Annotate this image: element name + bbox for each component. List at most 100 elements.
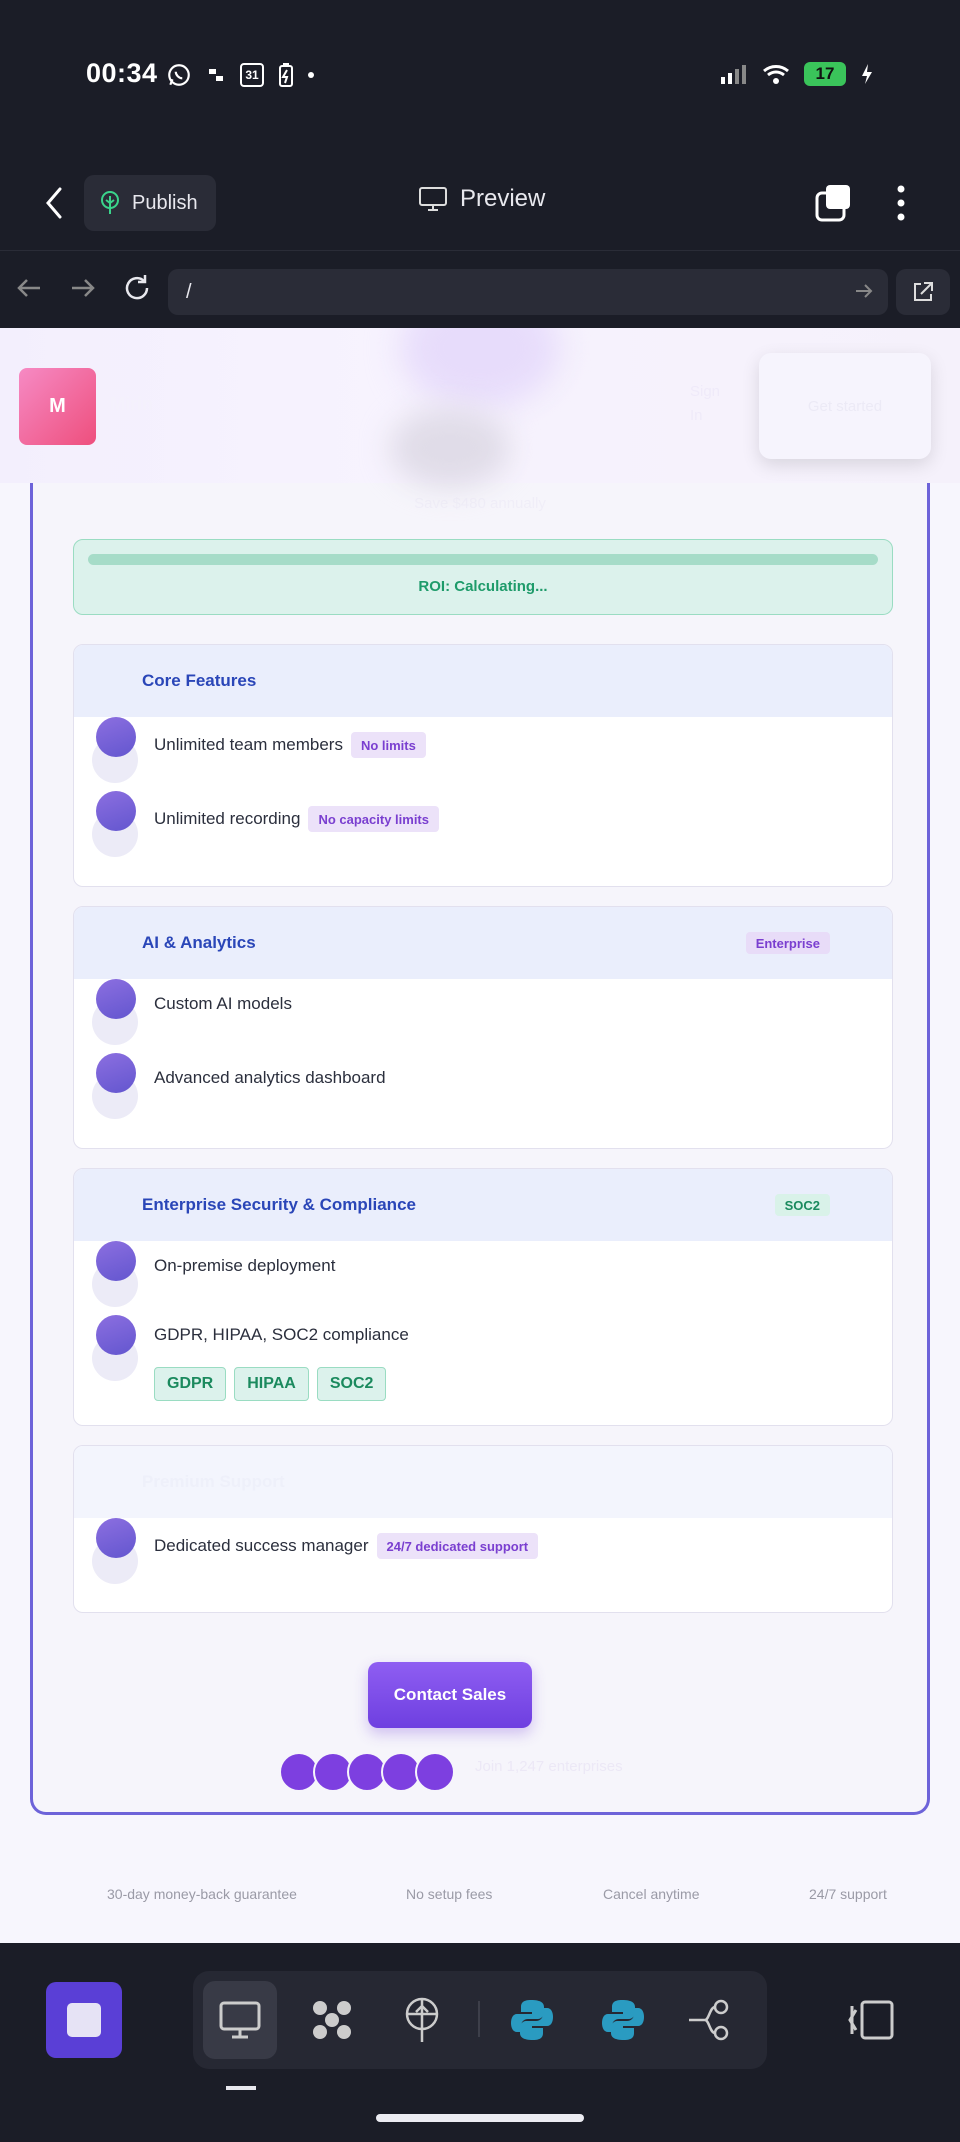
back-icon[interactable]: [40, 185, 70, 221]
feature-bullet-icon: [96, 791, 136, 831]
open-external-button[interactable]: [896, 269, 950, 315]
web-preview: Save $480 annually ROI: Calculating... C…: [0, 328, 960, 1943]
brand-name[interactable]: Mirin: [110, 394, 153, 415]
python-button[interactable]: [586, 1981, 660, 2059]
reload-icon[interactable]: [122, 273, 152, 303]
external-link-icon: [914, 282, 933, 301]
section-header: Enterprise Security & Compliance SOC2: [74, 1169, 892, 1241]
publish-tree-icon: [101, 191, 119, 214]
url-input[interactable]: /: [168, 269, 888, 315]
feature-item: On-premise deployment: [74, 1241, 892, 1311]
section-ai-analytics: AI & Analytics Enterprise Custom AI mode…: [73, 906, 893, 1149]
deploy-button[interactable]: [385, 1981, 459, 2059]
soc2-badge: SOC2: [316, 1367, 387, 1401]
feature-pill: 24/7 dedicated support: [376, 1533, 539, 1559]
bottom-toolbar: [0, 1943, 960, 2142]
side-panel-icon[interactable]: [846, 1998, 896, 2042]
stop-icon: [67, 2003, 101, 2037]
feature-label: Dedicated success manager: [154, 1536, 369, 1555]
signal-icon: [721, 65, 746, 84]
feature-label: Advanced analytics dashboard: [154, 1068, 386, 1087]
section-premium-support: Premium Support Dedicated success manage…: [73, 1445, 893, 1613]
browser-forward-icon[interactable]: [68, 273, 98, 303]
pricing-card: Save $480 annually ROI: Calculating... C…: [30, 483, 930, 1815]
section-tag: SOC2: [774, 1194, 830, 1216]
battery-saver-icon: [279, 63, 293, 87]
more-options-icon[interactable]: [886, 183, 916, 223]
section-header: AI & Analytics Enterprise: [74, 907, 892, 979]
feature-item: Unlimited team members No limits: [74, 717, 892, 787]
python-icon: [511, 2000, 553, 2040]
roi-label: ROI: Calculating...: [418, 578, 548, 595]
section-title: Core Features: [142, 671, 257, 690]
sign-in-link[interactable]: Sign In: [690, 380, 730, 428]
feature-label: GDPR, HIPAA, SOC2 compliance: [154, 1325, 409, 1344]
customer-avatars: [279, 1752, 455, 1792]
components-button[interactable]: [295, 1981, 369, 2059]
section-security-compliance: Enterprise Security & Compliance SOC2 On…: [73, 1168, 893, 1426]
feature-label: On-premise deployment: [154, 1256, 336, 1275]
gdpr-badge: GDPR: [154, 1367, 227, 1401]
feature-bullet-icon: [96, 1315, 136, 1355]
preview-label: Preview: [460, 185, 546, 212]
roi-progress-bar: [88, 554, 878, 565]
feature-bullet-icon: [96, 979, 136, 1019]
header-glow: [390, 408, 510, 488]
section-core-features: Core Features Unlimited team members No l…: [73, 644, 893, 887]
guarantee-item: Cancel anytime: [603, 1886, 700, 1902]
desktop-preview-icon: [219, 2001, 261, 2039]
publish-label: Publish: [132, 191, 198, 214]
section-tag: Enterprise: [745, 932, 830, 954]
publish-button[interactable]: Publish: [84, 175, 216, 231]
browser-back-icon[interactable]: [14, 273, 44, 303]
python-button[interactable]: [495, 1981, 569, 2059]
tabs-icon[interactable]: [814, 183, 854, 223]
feature-pill: No capacity limits: [308, 806, 439, 832]
feature-item: Custom AI models: [74, 979, 892, 1049]
wifi-icon: [763, 65, 789, 84]
system-icons: 17: [720, 62, 874, 86]
workflow-button[interactable]: [673, 1981, 747, 2059]
calendar-icon: 31: [240, 63, 264, 87]
feature-item: Unlimited recording No capacity limits: [74, 791, 892, 861]
get-started-button[interactable]: Get started: [759, 353, 931, 459]
feature-bullet-icon: [96, 1518, 136, 1558]
feature-bullet-icon: [96, 717, 136, 757]
go-arrow-icon[interactable]: [854, 281, 874, 301]
guarantees-row: 30-day money-back guarantee No setup fee…: [0, 1886, 960, 1926]
roi-indicator: ROI: Calculating...: [73, 539, 893, 615]
section-title: AI & Analytics: [142, 933, 256, 952]
monitor-icon: [419, 187, 447, 211]
section-header: Premium Support: [74, 1446, 892, 1518]
whatsapp-icon: [168, 64, 190, 86]
desktop-preview-button[interactable]: [203, 1981, 277, 2059]
site-logo[interactable]: M: [19, 368, 96, 445]
python-icon: [602, 2000, 644, 2040]
section-title: Enterprise Security & Compliance: [142, 1195, 416, 1214]
active-tab-indicator: [226, 2086, 256, 2090]
tool-tray: [193, 1971, 767, 2069]
deploy-icon: [405, 1997, 439, 2042]
preview-title: Preview: [418, 185, 545, 213]
feature-label: Custom AI models: [154, 994, 292, 1013]
feature-bullet-icon: [96, 1241, 136, 1281]
gesture-bar: [376, 2114, 584, 2122]
stop-button[interactable]: [46, 1982, 122, 2058]
feature-label: Unlimited team members: [154, 735, 343, 754]
url-text: /: [186, 280, 192, 303]
clock: 00:34: [86, 58, 158, 88]
feature-item: Dedicated success manager 24/7 dedicated …: [74, 1518, 892, 1588]
feature-bullet-icon: [96, 1053, 136, 1093]
section-title: Premium Support: [142, 1472, 285, 1491]
header-glow: [400, 328, 560, 408]
contact-sales-button[interactable]: Contact Sales: [368, 1662, 532, 1728]
network-icon: [209, 69, 223, 81]
guarantee-item: 30-day money-back guarantee: [107, 1886, 297, 1902]
browser-bar: /: [0, 250, 960, 328]
join-text: Join 1,247 enterprises: [475, 1758, 623, 1775]
site-header: M Mirin Sign In Get started: [0, 328, 960, 488]
feature-item: GDPR, HIPAA, SOC2 compliance GDPR HIPAA …: [74, 1315, 892, 1415]
dot-icon: [308, 72, 314, 78]
avatar: [415, 1752, 455, 1792]
workflow-icon: [689, 1999, 729, 2041]
